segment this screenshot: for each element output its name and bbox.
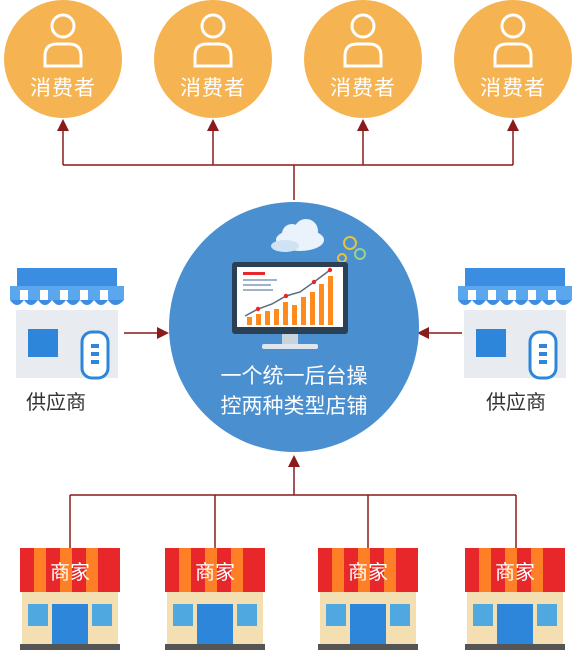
hub-text-line1: 一个统一后台操 (220, 364, 368, 388)
consumer-label: 消费者 (480, 76, 546, 100)
user-icon (343, 13, 383, 68)
consumer-label: 消费者 (330, 76, 396, 100)
merchant-label: 商家 (348, 560, 388, 584)
user-icon (43, 13, 83, 68)
consumer-node: 消费者 (154, 0, 272, 118)
consumer-node: 消费者 (4, 0, 122, 118)
consumer-node: 消费者 (304, 0, 422, 118)
user-icon (493, 13, 533, 68)
supplier-label-right: 供应商 (486, 390, 546, 414)
merchant-label: 商家 (495, 560, 535, 584)
supplier-shop-right (458, 268, 572, 380)
merchant-label: 商家 (50, 560, 90, 584)
merchant-connectors (69, 455, 517, 548)
merchant-node: 商家 (18, 548, 122, 650)
consumer-label: 消费者 (180, 76, 246, 100)
supplier-label-left: 供应商 (26, 390, 86, 414)
supplier-shop-left (10, 268, 124, 380)
merchant-node: 商家 (316, 548, 420, 650)
consumer-node: 消费者 (454, 0, 572, 118)
hub-text-line2: 控两种类型店铺 (220, 394, 368, 418)
user-icon (193, 13, 233, 68)
merchant-node: 商家 (463, 548, 567, 650)
consumer-connectors (57, 119, 519, 200)
consumer-label: 消费者 (30, 76, 96, 100)
merchant-label: 商家 (195, 560, 235, 584)
merchant-node: 商家 (163, 548, 267, 650)
